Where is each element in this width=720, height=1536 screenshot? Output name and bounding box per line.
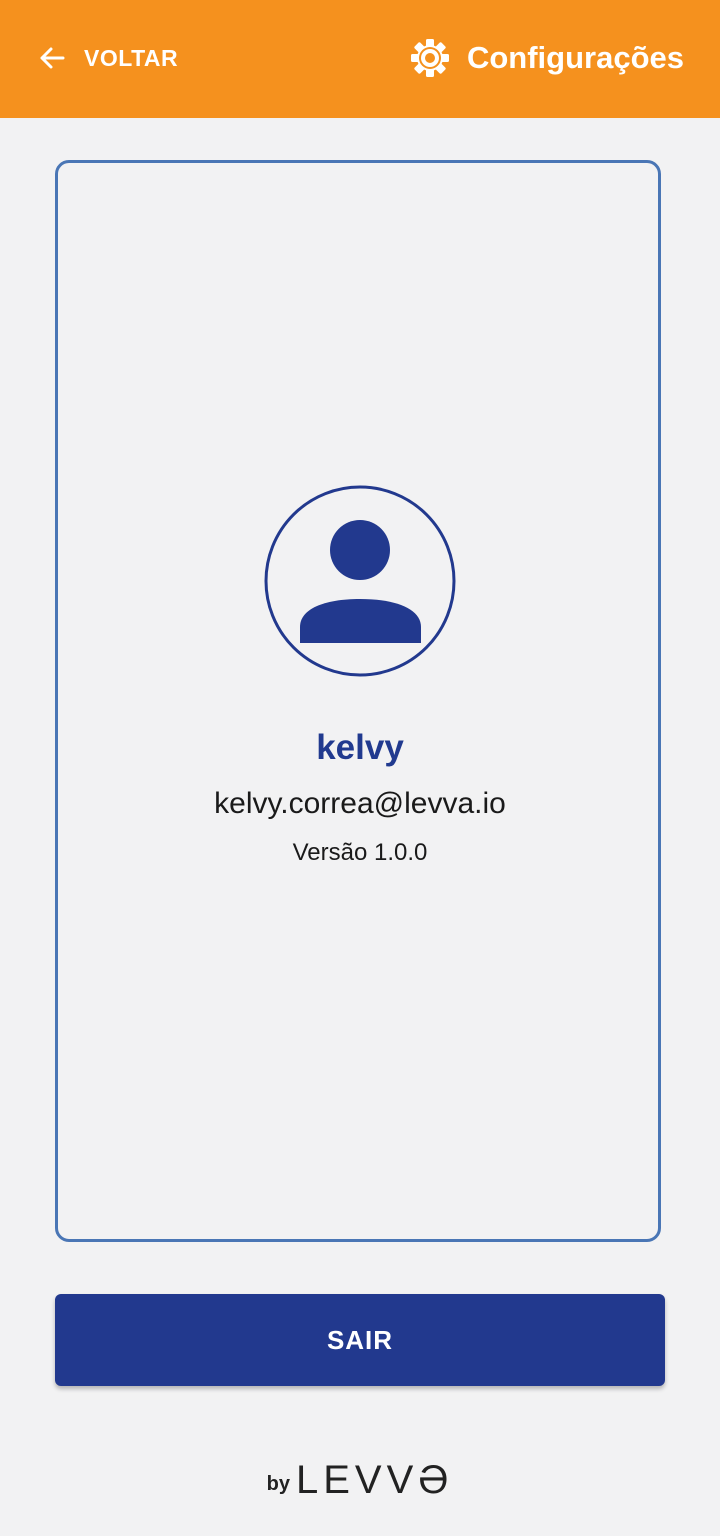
user-name: kelvy (316, 728, 404, 767)
logout-button[interactable]: SAIR (55, 1294, 665, 1386)
user-email: kelvy.correa@levva.io (214, 787, 506, 820)
app-header: VOLTAR Configurações (0, 0, 720, 118)
footer-by-label: by (266, 1473, 290, 1495)
app-version: Versão 1.0.0 (292, 839, 428, 866)
user-avatar-icon (264, 485, 456, 677)
page-title: Configurações (466, 40, 684, 75)
profile-card (55, 160, 661, 1242)
arrow-left-icon (38, 44, 66, 72)
footer-brand: by LEVVƏ (0, 1460, 720, 1500)
back-label: VOLTAR (84, 44, 179, 71)
gear-icon (409, 37, 451, 79)
levva-logo: LEVVƏ (295, 1458, 454, 1502)
back-button[interactable]: VOLTAR (38, 40, 178, 76)
page-title-group: Configurações (409, 36, 684, 80)
